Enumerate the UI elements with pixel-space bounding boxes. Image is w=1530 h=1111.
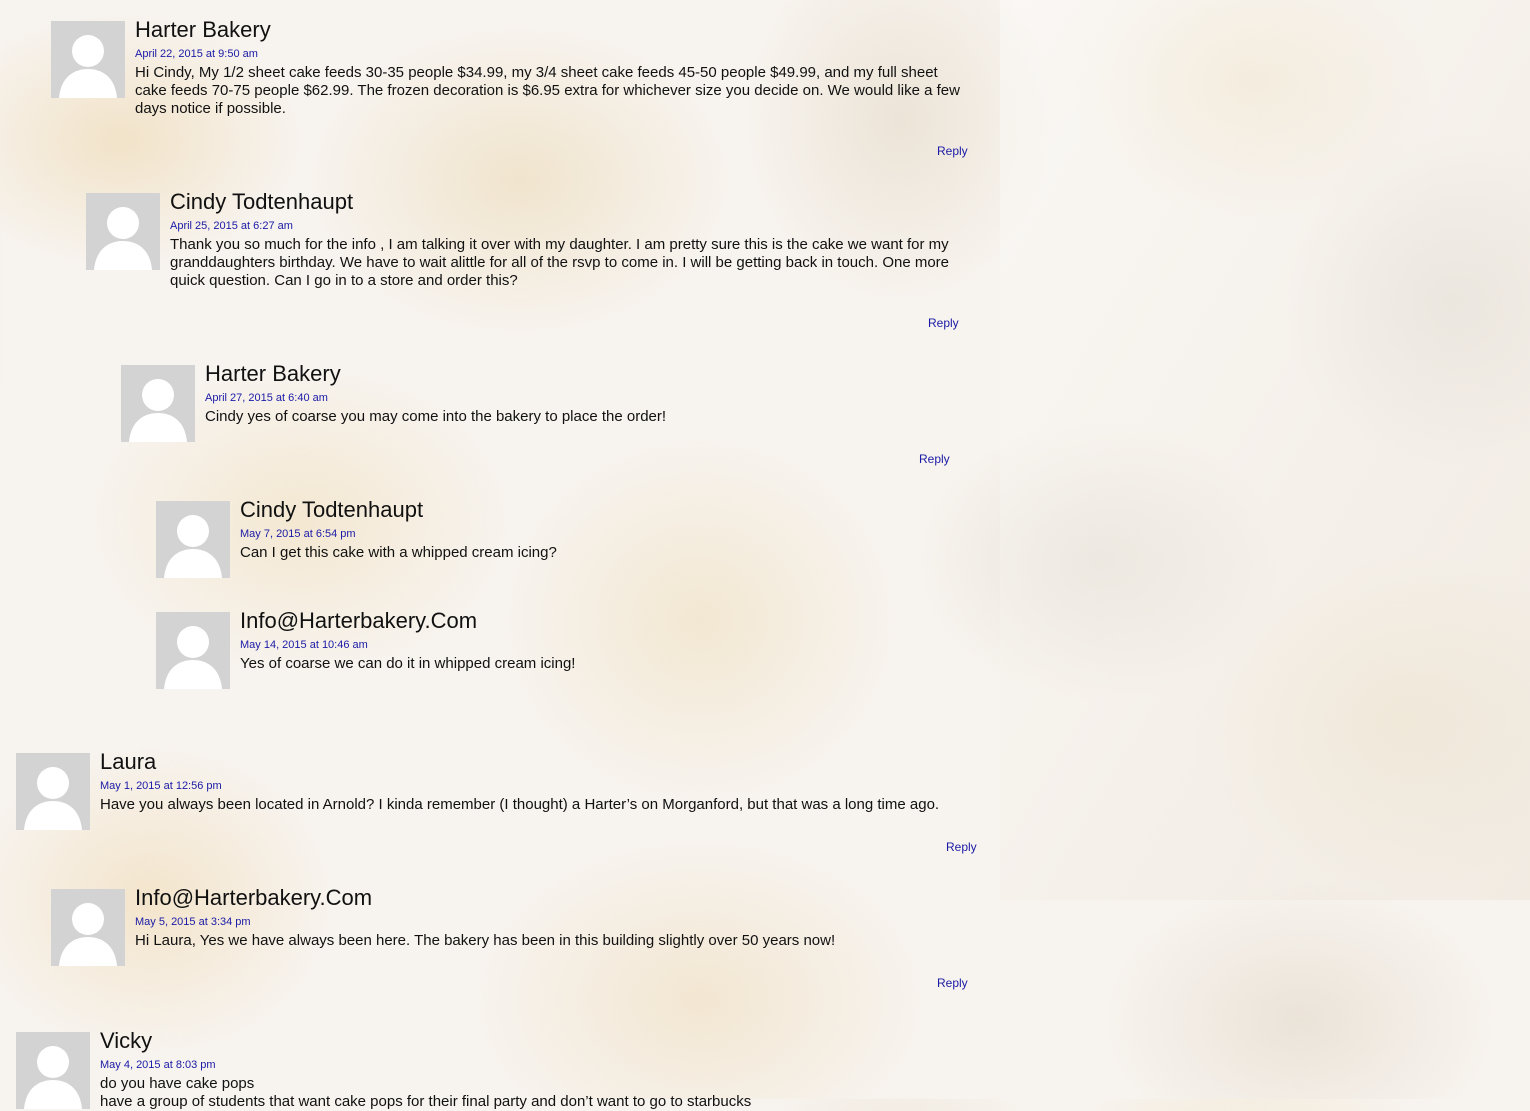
reply-link[interactable]: Reply [946,840,977,854]
default-user-icon [24,1046,82,1109]
comment-body: Laura May 1, 2015 at 12:56 pm Have you a… [100,749,980,814]
reply-link[interactable]: Reply [937,976,968,990]
comment-date-link[interactable]: May 4, 2015 at 8:03 pm [100,1058,980,1072]
avatar [51,889,125,966]
comment-author: Harter Bakery [135,17,271,42]
comment-text: Yes of coarse we can do it in whipped cr… [240,655,576,672]
avatar [16,753,90,830]
comment-body: Vicky May 4, 2015 at 8:03 pm do you have… [100,1028,980,1111]
comment-text-line: have a group of students that want cake … [100,1093,752,1110]
avatar [121,365,195,442]
default-user-icon [59,35,117,98]
comment-author: Vicky [100,1028,153,1053]
comment-body: Info@Harterbakery.Com May 14, 2015 at 10… [240,608,960,673]
comment-body: Cindy Todtenhaupt May 7, 2015 at 6:54 pm… [240,497,960,562]
comment-author: Info@Harterbakery.Com [240,608,478,633]
comment-text: Can I get this cake with a whipped cream… [240,544,557,561]
comment-text: do you have cake pops [100,1075,255,1092]
background-decoration [1000,0,1530,900]
default-user-icon [59,903,117,966]
comment-date-link[interactable]: May 14, 2015 at 10:46 am [240,638,960,652]
comment-date-link[interactable]: April 27, 2015 at 6:40 am [205,391,965,405]
comment-date-link[interactable]: April 25, 2015 at 6:27 am [170,219,960,233]
comment-body: Cindy Todtenhaupt April 25, 2015 at 6:27… [170,189,960,290]
comment-date-link[interactable]: April 22, 2015 at 9:50 am [135,47,967,61]
default-user-icon [129,379,187,442]
comment-author: Cindy Todtenhaupt [170,189,354,214]
comment-author: Cindy Todtenhaupt [240,497,424,522]
comment-date-link[interactable]: May 5, 2015 at 3:34 pm [135,915,967,929]
comment-author: Laura [100,749,157,774]
avatar [156,501,230,578]
comment-body: Harter Bakery April 27, 2015 at 6:40 am … [205,361,965,426]
comment-body: Info@Harterbakery.Com May 5, 2015 at 3:3… [135,885,967,950]
comment-date-link[interactable]: May 1, 2015 at 12:56 pm [100,779,980,793]
comment-text: Cindy yes of coarse you may come into th… [205,408,667,425]
comment-author: Info@Harterbakery.Com [135,885,373,910]
reply-link[interactable]: Reply [919,452,950,466]
avatar [16,1032,90,1109]
avatar [86,193,160,270]
comment-date-link[interactable]: May 7, 2015 at 6:54 pm [240,527,960,541]
comment-text: Hi Cindy, My 1/2 sheet cake feeds 30-35 … [135,64,960,117]
default-user-icon [164,515,222,578]
reply-link[interactable]: Reply [937,144,968,158]
default-user-icon [24,767,82,830]
default-user-icon [94,207,152,270]
comment-text: Have you always been located in Arnold? … [100,796,940,813]
comment-text: Thank you so much for the info , I am ta… [170,236,950,289]
comment-body: Harter Bakery April 22, 2015 at 9:50 am … [135,17,967,118]
reply-link[interactable]: Reply [928,316,959,330]
avatar [51,21,125,98]
avatar [156,612,230,689]
comment-author: Harter Bakery [205,361,341,386]
comment-text: Hi Laura, Yes we have always been here. … [135,932,836,949]
default-user-icon [164,626,222,689]
